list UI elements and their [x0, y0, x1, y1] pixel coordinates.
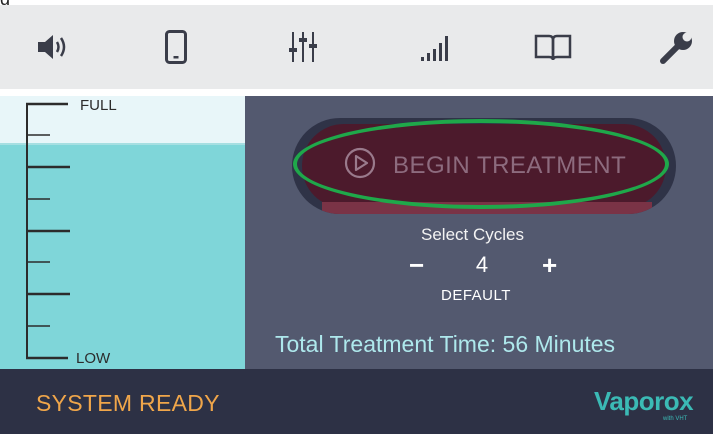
- begin-treatment-button[interactable]: BEGIN TREATMENT: [292, 118, 676, 214]
- increase-cycles-button[interactable]: +: [542, 252, 557, 278]
- wrench-icon[interactable]: [657, 27, 697, 67]
- sliders-icon[interactable]: [283, 27, 323, 67]
- gauge-full-label: FULL: [80, 97, 117, 114]
- gauge-scale: [26, 102, 70, 360]
- default-label: DEFAULT: [441, 287, 511, 304]
- toolbar: [0, 5, 713, 89]
- book-icon[interactable]: [533, 27, 573, 67]
- signal-icon[interactable]: [415, 27, 455, 67]
- treatment-panel: BEGIN TREATMENT Select Cycles − 4 + DEFA…: [245, 96, 713, 369]
- phone-icon[interactable]: [156, 27, 196, 67]
- total-treatment-time: Total Treatment Time: 56 Minutes: [275, 331, 616, 357]
- speaker-icon[interactable]: [33, 27, 73, 67]
- vaporox-logo: Vaporox: [594, 386, 694, 416]
- play-icon: [344, 147, 376, 179]
- cycles-value: 4: [475, 252, 489, 277]
- gauge-low-label: LOW: [76, 350, 111, 367]
- water-tank-gauge: FULL LOW: [0, 96, 245, 369]
- system-status: SYSTEM READY: [36, 390, 220, 416]
- status-bar: SYSTEM READY Vaporox with VHT: [0, 369, 713, 434]
- select-cycles-label: Select Cycles: [421, 225, 524, 244]
- begin-treatment-label: BEGIN TREATMENT: [393, 152, 627, 179]
- logo-subtitle: with VHT: [663, 416, 688, 422]
- decrease-cycles-button[interactable]: −: [409, 252, 424, 278]
